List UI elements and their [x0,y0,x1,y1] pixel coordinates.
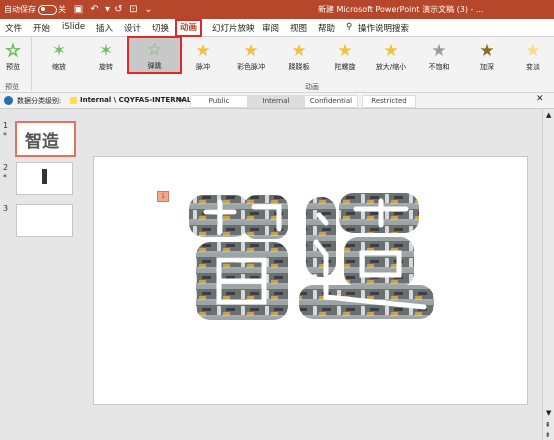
classification-color-chip [70,97,77,104]
effect-lighten[interactable]: ★ 变淡 [514,37,552,79]
tab-animations[interactable]: 动画 [175,19,203,37]
search-label[interactable]: 操作说明搜索 [358,22,409,34]
tab-design[interactable]: 设计 [124,22,141,34]
preview-group-label: 预览 [5,83,19,91]
spin-star-icon: ✶ [98,41,114,61]
vertical-scrollbar[interactable]: ▲ ▼ ⇞ ⇟ [542,109,554,440]
effect-grow-shrink[interactable]: ★ 放大/缩小 [372,37,410,79]
close-icon[interactable]: ✕ [536,94,544,104]
slide-2-thumbnail-graphic [42,169,47,184]
grow-shrink-star-icon: ★ [383,41,399,61]
slide-2-anim-marker: * [3,173,7,182]
classification-path: Internal \ CQYFAS-INTERNAL [80,96,192,104]
slide-1-thumbnail-text: 智造 [25,132,59,152]
slide-3-number: 3 [3,204,9,213]
effect-desaturate[interactable]: ★ 不饱和 [420,37,458,79]
class-option-internal[interactable]: Internal [248,95,304,108]
slide-1-number: 1 [3,121,9,130]
effect-zoom[interactable]: ✶ 缩放 [40,37,78,79]
autosave-state: 关 [58,5,66,14]
class-option-restricted[interactable]: Restricted [362,95,416,108]
effect-bounce[interactable]: ☆ 弹跳 [127,36,182,74]
title-text-graphic[interactable] [94,157,527,404]
effect-pulse[interactable]: ★ 脉冲 [184,37,222,79]
save-icon[interactable]: ▣ [72,3,85,16]
pulse-star-icon: ★ [195,41,211,61]
tab-view[interactable]: 视图 [290,22,307,34]
present-icon[interactable]: ⊡ [127,3,140,16]
edit-pencil-icon[interactable]: ✎ [178,96,184,104]
ribbon: ☆ 预览 ✶ 缩放 ✶ 旋转 ☆ 弹跳 ★ 脉冲 ★ 彩色脉冲 ★ 跷跷板 ★ … [0,36,554,93]
customize-toolbar-icon[interactable]: ⌄ [142,3,155,16]
undo-icon[interactable]: ↶ [88,3,101,16]
slide-2-number: 2 [3,163,9,172]
tab-slideshow[interactable]: 幻灯片放映 [212,22,255,34]
bounce-star-icon: ☆ [146,40,163,60]
class-option-public[interactable]: Public [190,95,248,108]
tab-help[interactable]: 帮助 [318,22,335,34]
classification-bar: 数据分类级别: Internal \ CQYFAS-INTERNAL ✎ Pub… [0,93,554,109]
slide-thumbnail-1[interactable]: 智造 [15,121,76,157]
autosave-label: 自动保存 [4,5,36,14]
redo-icon[interactable]: ↺ [112,3,125,16]
tab-insert[interactable]: 插入 [96,22,113,34]
desaturate-star-icon: ★ [431,41,447,61]
tab-review[interactable]: 审阅 [262,22,279,34]
gyro-star-icon: ★ [337,41,353,61]
darken-star-icon: ★ [479,41,495,61]
effect-gyro[interactable]: ★ 陀螺旋 [326,37,364,79]
autosave-toggle[interactable] [38,5,57,15]
preview-star-icon: ☆ [5,41,21,61]
slide-thumbnail-2[interactable] [16,162,73,195]
preview-button[interactable]: ☆ 预览 [0,37,26,79]
next-slide-icon[interactable]: ⇟ [545,431,551,439]
effect-teeter[interactable]: ★ 跷跷板 [280,37,318,79]
slide-1-anim-marker: * [3,131,7,140]
window-title: 新建 Microsoft PowerPoint 演示文稿 (3) - ... [318,5,484,14]
color-pulse-star-icon: ★ [243,41,259,61]
slide-canvas[interactable]: 1 [93,156,528,405]
animation-group-label: 动画 [305,83,319,91]
slide-editor: 1 [76,109,542,440]
lighten-star-icon: ★ [525,41,541,61]
zoom-star-icon: ✶ [51,41,67,61]
prev-slide-icon[interactable]: ⇞ [545,421,551,429]
effect-spin[interactable]: ✶ 旋转 [87,37,125,79]
teeter-star-icon: ★ [291,41,307,61]
ribbon-tabs: 文件 开始 iSlide 插入 设计 切换 动画 幻灯片放映 审阅 视图 帮助 … [0,19,554,37]
tab-home[interactable]: 开始 [33,22,50,34]
effect-darken[interactable]: ★ 加深 [468,37,506,79]
effect-color-pulse[interactable]: ★ 彩色脉冲 [232,37,270,79]
search-icon[interactable]: ⚲ [346,22,352,32]
scroll-down-icon[interactable]: ▼ [546,409,551,417]
class-option-confidential[interactable]: Confidential [304,95,358,108]
title-bar: 自动保存 关 ▣ ↶ ▾ ↺ ⊡ ⌄ 新建 Microsoft PowerPoi… [0,0,554,19]
tab-transitions[interactable]: 切换 [152,22,169,34]
thumbnail-pane: 1 * 智造 2 * 3 [0,109,76,440]
classification-icon [4,96,13,105]
classification-label: 数据分类级别: [17,97,62,105]
scroll-up-icon[interactable]: ▲ [546,111,551,119]
tab-file[interactable]: 文件 [5,22,22,34]
tab-islide[interactable]: iSlide [62,22,85,32]
slide-thumbnail-3[interactable] [16,204,73,237]
